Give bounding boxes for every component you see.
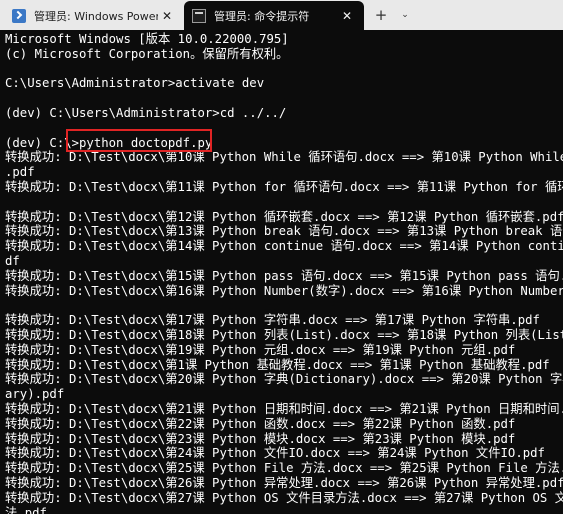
terminal-line: 转换成功: D:\Test\docx\第10课 Python While 循环语… (5, 150, 563, 165)
tab-title: 管理员: Windows PowerShell (34, 9, 158, 23)
terminal-line: 转换成功: D:\Test\docx\第27课 Python OS 文件目录方法… (5, 490, 563, 505)
terminal-line: 转换成功: D:\Test\docx\第25课 Python File 方法.d… (5, 461, 563, 476)
terminal-line: 转换成功: D:\Test\docx\第24课 Python 文件IO.docx… (5, 446, 545, 461)
cmd-icon (192, 8, 206, 23)
terminal-line: 转换成功: D:\Test\docx\第1课 Python 基础教程.docx … (5, 357, 550, 372)
chevron-down-icon[interactable]: ⌄ (397, 5, 413, 25)
terminal-line: Microsoft Windows [版本 10.0.22000.795] (5, 32, 289, 46)
terminal-line: 转换成功: D:\Test\docx\第21课 Python 日期和时间.doc… (5, 401, 563, 416)
close-icon[interactable]: ✕ (158, 9, 176, 23)
close-icon[interactable]: ✕ (338, 9, 356, 23)
tab-command-prompt[interactable]: 管理员: 命令提示符 ✕ (184, 1, 364, 30)
terminal-line: 转换成功: D:\Test\docx\第19课 Python 元组.docx =… (5, 342, 516, 357)
terminal-output[interactable]: Microsoft Windows [版本 10.0.22000.795] (c)… (0, 30, 563, 514)
terminal-line: 转换成功: D:\Test\docx\第11课 Python for 循环语句.… (5, 179, 563, 194)
terminal-line: 转换成功: D:\Test\docx\第13课 Python break 语句.… (5, 224, 563, 239)
tab-bar: 管理员: Windows PowerShell ✕ 管理员: 命令提示符 ✕ +… (0, 0, 563, 30)
terminal-line: 转换成功: D:\Test\docx\第22课 Python 函数.docx =… (5, 416, 516, 431)
terminal-line: C:\Users\Administrator>activate dev (5, 76, 265, 91)
terminal-line: (dev) C:\>python doctopdf.py (5, 135, 213, 150)
terminal-line: 转换成功: D:\Test\docx\第20课 Python 字典(Dictio… (5, 372, 563, 387)
terminal-line: 转换成功: D:\Test\docx\第23课 Python 模块.docx =… (5, 431, 516, 446)
terminal-line: 转换成功: D:\Test\docx\第18课 Python 列表(List).… (5, 327, 563, 342)
terminal-line: 转换成功: D:\Test\docx\第16课 Python Number(数字… (5, 283, 563, 298)
terminal-line: 转换成功: D:\Test\docx\第26课 Python 异常处理.docx… (5, 475, 563, 490)
tab-powershell[interactable]: 管理员: Windows PowerShell ✕ (4, 1, 184, 30)
terminal-line: 转换成功: D:\Test\docx\第14课 Python continue … (5, 239, 563, 254)
tab-title: 管理员: 命令提示符 (214, 9, 310, 23)
terminal-line: (dev) C:\Users\Administrator>cd ../../ (5, 105, 287, 120)
terminal-line: 法.pdf (5, 505, 47, 514)
new-tab-button[interactable]: + (371, 5, 391, 25)
terminal-line: 转换成功: D:\Test\docx\第17课 Python 字符串.docx … (5, 313, 540, 328)
terminal-line: df (5, 253, 20, 268)
powershell-icon (12, 8, 26, 23)
terminal-line: ary).pdf (5, 387, 65, 402)
terminal-line: (c) Microsoft Corporation。保留所有权利。 (5, 46, 289, 61)
terminal-line: 转换成功: D:\Test\docx\第12课 Python 循环嵌套.docx… (5, 209, 563, 224)
terminal-line: 转换成功: D:\Test\docx\第15课 Python pass 语句.d… (5, 268, 563, 283)
terminal-line: .pdf (5, 165, 35, 180)
